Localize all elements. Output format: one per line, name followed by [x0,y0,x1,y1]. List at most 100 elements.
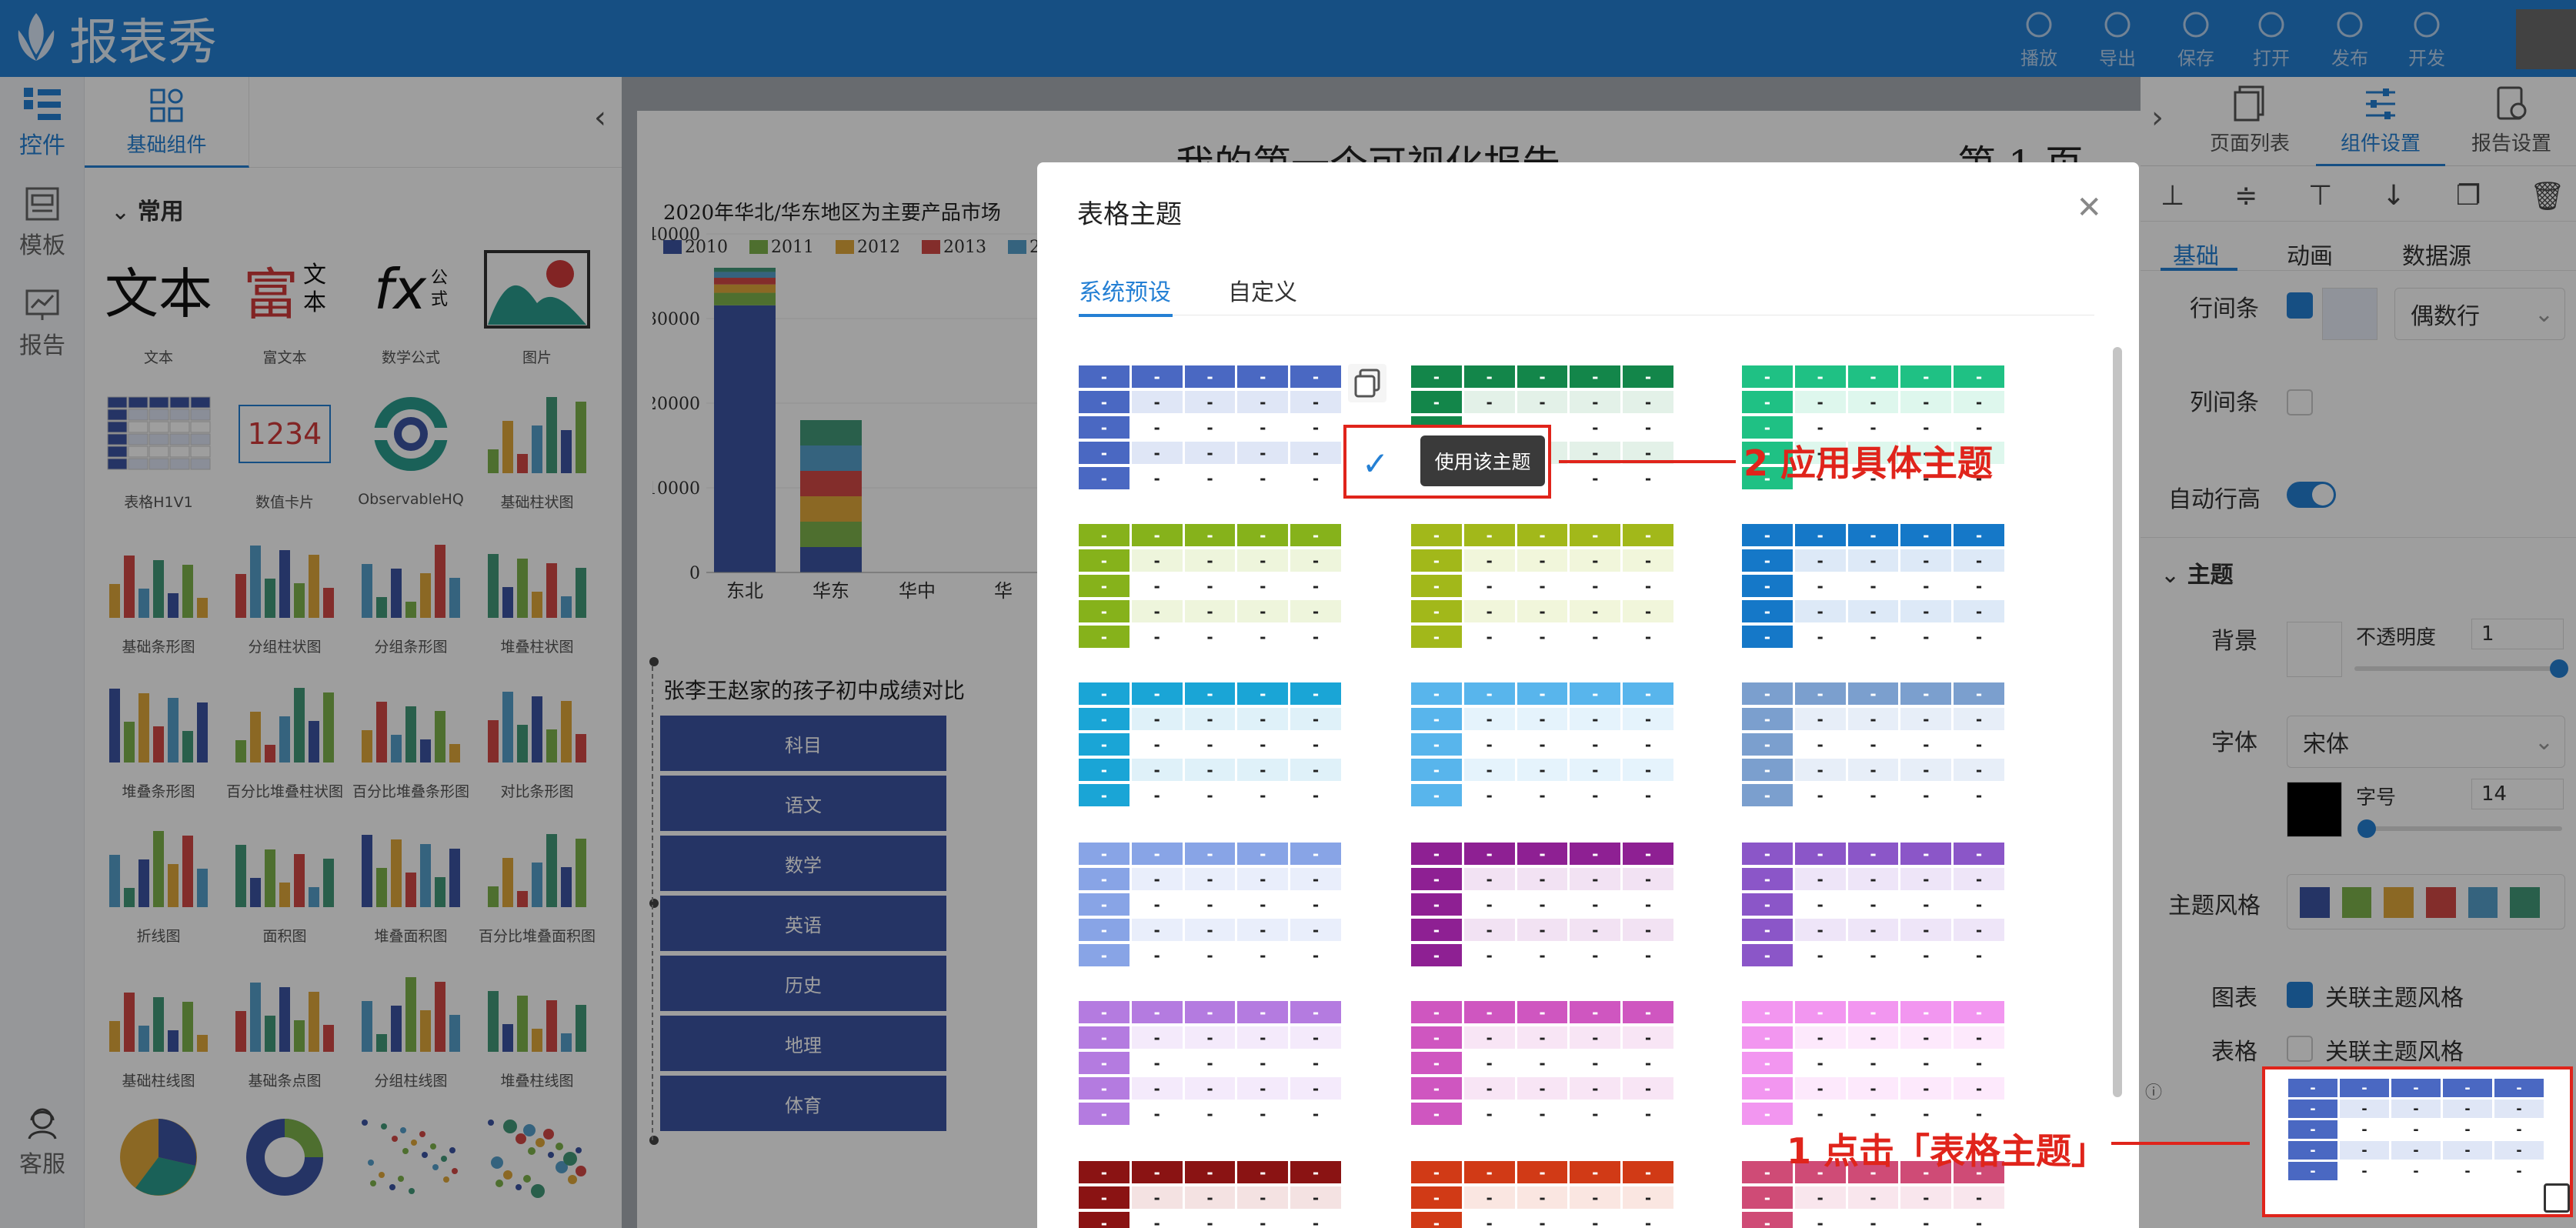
theme-cell: - [1290,682,1341,705]
theme-preset[interactable]: ------------------------- [1411,1001,1676,1127]
theme-cell: - [1131,365,1183,388]
theme-cell: - [1847,708,1899,730]
theme-cell: - [1847,944,1899,966]
theme-cell: - [1079,626,1130,648]
theme-row: ----- [1411,1077,1676,1100]
theme-cell: - [1463,1161,1515,1183]
theme-cell: - [1900,893,1952,916]
theme-preset[interactable]: ------------------------- [1079,1001,1343,1127]
theme-cell: - [1794,549,1846,572]
theme-preset[interactable]: ------------------------- [1742,524,2007,650]
theme-preset[interactable]: ------------------------- [1079,1161,1343,1228]
theme-cell: - [1900,365,1952,388]
theme-cell: - [1847,524,1899,546]
close-icon[interactable]: ✕ [2076,190,2102,225]
theme-preset[interactable]: ------------------------- [1411,1161,1676,1228]
theme-cell: - [1954,1077,2004,1100]
theme-cell: - [1900,524,1952,546]
theme-cell: - [1517,893,1568,916]
theme-row: ----- [1411,600,1676,622]
theme-cell: - [1290,1026,1341,1049]
theme-cell: - [1623,759,1673,781]
theme-row: ----- [1742,682,2007,705]
theme-preset[interactable]: ------------------------- [1079,682,1343,809]
theme-cell: - [2340,1100,2389,1118]
theme-cell: - [1517,600,1568,622]
theme-row: ----- [1079,416,1343,439]
theme-row: ----- [1079,600,1343,622]
theme-preset[interactable]: ------------------------- [1079,365,1343,492]
copy-theme-icon[interactable] [1348,364,1386,402]
theme-cell: - [2391,1141,2441,1160]
theme-cell: - [1411,1212,1462,1228]
theme-cell: - [1411,1161,1462,1183]
check-icon[interactable]: ✓ [1362,445,1389,482]
table-theme-preview[interactable]: ------------------------- [2262,1066,2573,1217]
theme-cell: - [1131,524,1183,546]
theme-cell: - [1237,416,1289,439]
theme-cell: - [1900,391,1952,413]
dialog-title: 表格主题 [1077,199,1182,230]
theme-cell: - [1237,626,1289,648]
theme-row: ----- [1742,365,2007,388]
theme-cell: - [1954,944,2004,966]
theme-cell: - [1570,759,1621,781]
theme-preset[interactable]: ------------------------- [1742,843,2007,969]
theme-preset[interactable]: ------------------------- [1079,524,1343,650]
theme-cell: - [1131,600,1183,622]
theme-cell: - [1570,708,1621,730]
theme-cell: - [1623,708,1673,730]
tab-custom[interactable]: 自定义 [1228,273,1297,307]
theme-cell: - [1570,733,1621,756]
use-theme-button[interactable]: 使用该主题 [1420,435,1545,486]
theme-cell: - [1290,944,1341,966]
theme-preset[interactable]: ------------------------- [1411,843,1676,969]
theme-cell: - [1517,1186,1568,1209]
theme-preset[interactable]: ------------------------- [1411,682,1676,809]
theme-cell: - [1463,549,1515,572]
theme-cell: - [1742,524,1793,546]
theme-preset[interactable]: ------------------------- [1411,524,1676,650]
theme-cell: - [1411,1052,1462,1074]
theme-cell: - [2443,1141,2492,1160]
theme-cell: - [1623,600,1673,622]
theme-preset[interactable]: ------------------------- [1742,682,2007,809]
theme-cell: - [1570,1161,1621,1183]
theme-preset[interactable]: ------------------------- [1079,843,1343,969]
theme-cell: - [1131,626,1183,648]
theme-cell: - [1079,708,1130,730]
table-theme-dialog: 表格主题 ✕ 系统预设 自定义 ------------------------… [1037,162,2139,1228]
theme-row: ----- [1742,391,2007,413]
theme-row: ----- [1079,575,1343,597]
theme-cell: - [1517,575,1568,597]
theme-preset[interactable]: ------------------------- [1742,1001,2007,1127]
theme-row: ----- [1079,784,1343,806]
theme-cell: - [1847,626,1899,648]
theme-row: ----- [1079,391,1343,413]
theme-cell: - [1237,759,1289,781]
theme-cell: - [2494,1120,2544,1139]
tab-system-presets[interactable]: 系统预设 [1079,273,1171,307]
theme-row: ----- [1742,1001,2007,1023]
theme-cell: - [1847,919,1899,941]
theme-cell: - [1079,442,1130,464]
theme-cell: - [1742,1052,1793,1074]
theme-cell: - [1411,1001,1462,1023]
theme-cell: - [1237,575,1289,597]
theme-cell: - [1900,1077,1952,1100]
theme-cell: - [1131,1212,1183,1228]
theme-cell: - [2391,1162,2441,1180]
resize-handle-icon[interactable] [2544,1183,2570,1213]
theme-cell: - [1411,893,1462,916]
theme-cell: - [1290,1001,1341,1023]
theme-cell: - [1184,733,1236,756]
theme-cell: - [1900,600,1952,622]
theme-cell: - [1570,919,1621,941]
theme-row: ----- [1411,733,1676,756]
theme-row: ----- [1742,784,2007,806]
theme-cell: - [1463,733,1515,756]
theme-cell: - [1570,944,1621,966]
dialog-scrollbar[interactable] [2113,347,2122,1097]
theme-cell: - [1847,1077,1899,1100]
theme-cell: - [1411,626,1462,648]
